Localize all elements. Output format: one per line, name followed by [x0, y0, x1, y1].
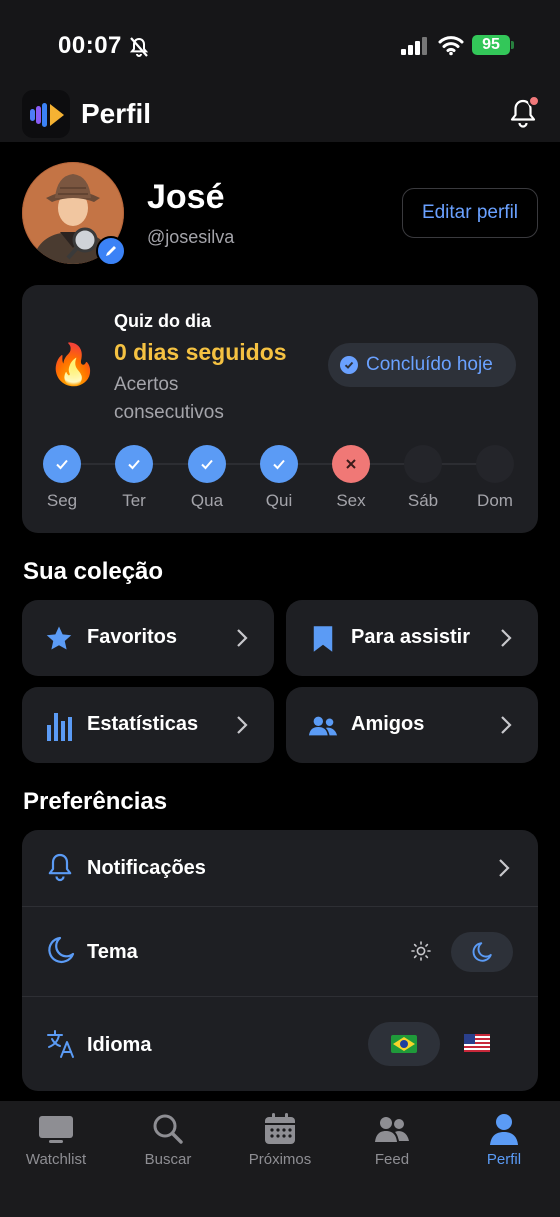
- bell-muted-icon: [128, 36, 150, 63]
- quiz-day-label: Qua: [190, 491, 224, 510]
- chevron-right-icon: [236, 628, 248, 653]
- wifi-icon: [438, 34, 464, 61]
- search-icon: [112, 1111, 224, 1147]
- chevron-right-icon: [236, 715, 248, 740]
- pref-label: Idioma: [87, 1034, 152, 1056]
- tab-label: Perfil: [486, 1151, 522, 1168]
- app-header: Perfil: [0, 88, 560, 142]
- profile-handle: @josesilva: [147, 227, 235, 247]
- people-icon: [336, 1111, 448, 1147]
- quiz-done-badge: Concluído hoje: [328, 343, 516, 387]
- pref-label: Notificações: [87, 857, 206, 879]
- app-logo: [22, 90, 70, 138]
- quiz-day-label: Dom: [477, 491, 513, 510]
- quiz-day-label: Qui: [265, 491, 293, 510]
- pref-notifications-row[interactable]: Notificações: [22, 830, 538, 906]
- quiz-day: Sáb: [393, 445, 453, 511]
- status-time: 00:07: [58, 32, 122, 59]
- quiz-day: Qua: [177, 445, 237, 511]
- check-icon: [188, 445, 226, 483]
- quiz-day: Sex: [321, 445, 381, 511]
- battery-indicator: 95: [472, 35, 510, 55]
- tab-search[interactable]: Buscar: [112, 1111, 224, 1168]
- avatar-edit-button[interactable]: [96, 236, 126, 266]
- quiz-day: Ter: [104, 445, 164, 511]
- pref-label: Tema: [87, 941, 138, 963]
- moon-icon: [46, 935, 76, 970]
- quiz-day: Seg: [32, 445, 92, 511]
- check-icon: [260, 445, 298, 483]
- signal-icon: [401, 37, 429, 60]
- friends-icon: [308, 711, 338, 741]
- quiz-day-label: Sáb: [407, 491, 439, 510]
- tile-label: Estatísticas: [87, 713, 199, 735]
- quiz-day: Qui: [249, 445, 309, 511]
- person-icon: [448, 1111, 560, 1147]
- empty-day-dot: [404, 445, 442, 483]
- theme-dark-option[interactable]: [451, 932, 513, 972]
- quiz-day-label: Sex: [336, 491, 366, 510]
- check-icon: [115, 445, 153, 483]
- tv-icon: [0, 1111, 112, 1147]
- profile-name: José: [147, 178, 225, 216]
- tile-label: Favoritos: [87, 626, 178, 648]
- collection-statistics[interactable]: Estatísticas: [22, 687, 274, 763]
- quiz-streak: 0 dias seguidos: [114, 339, 287, 365]
- tab-bar: Watchlist Buscar Próximos Feed Perfil: [0, 1101, 560, 1217]
- collection-watch-later[interactable]: Para assistir: [286, 600, 538, 676]
- tab-label: Watchlist: [25, 1151, 87, 1168]
- page-title: Perfil: [81, 98, 152, 129]
- collection-favorites[interactable]: Favoritos: [22, 600, 274, 676]
- collection-title: Sua coleção: [23, 558, 164, 585]
- quiz-done-label: Concluído hoje: [366, 354, 493, 375]
- translate-icon: [46, 1029, 76, 1064]
- x-icon: [332, 445, 370, 483]
- daily-quiz-card[interactable]: 🔥 Quiz do dia 0 dias seguidos Acertos co…: [22, 285, 538, 533]
- language-pt-br-option[interactable]: [368, 1022, 440, 1066]
- tile-label: Amigos: [351, 713, 425, 735]
- preferences-card: Notificações Tema Idioma: [22, 830, 538, 1091]
- star-icon: [44, 624, 74, 654]
- preferences-title: Preferências: [23, 788, 168, 815]
- tab-profile[interactable]: Perfil: [448, 1111, 560, 1168]
- chevron-right-icon: [500, 628, 512, 653]
- quiz-title: Quiz do dia: [114, 311, 211, 331]
- bell-icon: [46, 852, 74, 889]
- tab-label: Buscar: [144, 1151, 192, 1168]
- edit-profile-button[interactable]: Editar perfil: [402, 188, 538, 238]
- tile-label: Para assistir: [351, 626, 470, 648]
- bookmark-icon: [308, 624, 338, 654]
- quiz-day-label: Ter: [122, 491, 146, 510]
- collection-friends[interactable]: Amigos: [286, 687, 538, 763]
- quiz-day: Dom: [465, 445, 525, 511]
- chevron-right-icon: [500, 715, 512, 740]
- flame-icon: 🔥: [48, 343, 98, 387]
- chevron-right-icon: [498, 858, 510, 883]
- check-circle-icon: [340, 356, 358, 374]
- tab-feed[interactable]: Feed: [336, 1111, 448, 1168]
- empty-day-dot: [476, 445, 514, 483]
- bar-chart-icon: [44, 711, 74, 741]
- check-icon: [43, 445, 81, 483]
- battery-tip: [511, 41, 514, 49]
- tab-label: Próximos: [248, 1151, 312, 1168]
- tab-label: Feed: [374, 1151, 410, 1168]
- theme-light-option[interactable]: [411, 941, 431, 966]
- calendar-icon: [224, 1111, 336, 1147]
- language-en-us-option[interactable]: [460, 1030, 494, 1056]
- quiz-day-label: Seg: [46, 491, 78, 510]
- tab-watchlist[interactable]: Watchlist: [0, 1111, 112, 1168]
- notification-badge: [528, 95, 540, 107]
- tab-upcoming[interactable]: Próximos: [224, 1111, 336, 1168]
- quiz-subtitle: Acertos consecutivos: [114, 374, 224, 423]
